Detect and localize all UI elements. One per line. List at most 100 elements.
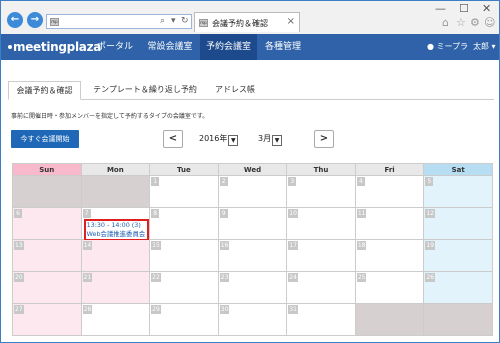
day-cell[interactable]: 2 bbox=[217, 175, 288, 208]
day-number: 25 bbox=[356, 273, 367, 282]
logo-text: meetingplaza bbox=[13, 40, 102, 54]
day-number: 2 bbox=[219, 177, 228, 186]
day-cell[interactable]: 15 bbox=[149, 239, 219, 272]
day-cell[interactable]: 26 bbox=[423, 271, 493, 304]
maximize-button[interactable]: ☐ bbox=[459, 2, 469, 15]
day-cell[interactable]: 16 bbox=[217, 239, 288, 272]
meeting-event[interactable]: 13:30 - 14:00 (3) Web会議推進委員会 bbox=[83, 219, 149, 241]
day-cell[interactable]: 27 bbox=[12, 303, 82, 336]
minimize-button[interactable]: — bbox=[435, 2, 446, 15]
day-cell[interactable]: 8 bbox=[149, 207, 219, 240]
day-cell[interactable]: 17 bbox=[286, 239, 356, 272]
day-number: 24 bbox=[288, 273, 298, 282]
address-bar[interactable]: mp ⌕ ▾ ↻ bbox=[46, 14, 192, 29]
menu-permanent-rooms[interactable]: 常設会議室 bbox=[141, 34, 199, 60]
header-thu: Thu bbox=[286, 163, 356, 176]
year-chevron-down-icon[interactable]: ▼ bbox=[228, 135, 239, 146]
browser-toolbar: — ☐ ✕ ← → mp ⌕ ▾ ↻ mp 会議予約＆確認 × ⌂ ☆ ⚙ ☺ bbox=[1, 1, 499, 34]
day-number: 5 bbox=[425, 177, 434, 186]
tab-template-repeat[interactable]: テンプレート＆繰り返し予約 bbox=[86, 81, 204, 100]
day-cell-empty bbox=[354, 303, 425, 336]
day-number: 28 bbox=[82, 305, 93, 314]
tab-favicon-icon: mp bbox=[199, 19, 208, 27]
day-cell[interactable]: 12 bbox=[423, 207, 493, 240]
day-number: 10 bbox=[288, 209, 298, 218]
month-value: 3月 bbox=[258, 134, 272, 143]
day-number: 22 bbox=[151, 273, 161, 282]
day-cell[interactable]: 14 bbox=[80, 239, 151, 272]
day-cell[interactable]: 1 bbox=[149, 175, 219, 208]
header-sun: Sun bbox=[12, 163, 82, 176]
home-icon[interactable]: ⌂ bbox=[442, 16, 449, 29]
search-icon[interactable]: ⌕ bbox=[160, 16, 165, 26]
day-cell[interactable]: 6 bbox=[12, 207, 82, 240]
tab-address-book[interactable]: アドレス帳 bbox=[207, 81, 263, 100]
user-name: ミープラ bbox=[436, 42, 469, 51]
day-cell[interactable]: 24 bbox=[286, 271, 356, 304]
tab-close-icon[interactable]: × bbox=[287, 16, 295, 27]
day-number: 7 bbox=[82, 209, 91, 218]
user-icon: ● bbox=[427, 42, 434, 51]
day-cell[interactable]: 7 13:30 - 14:00 (3) Web会議推進委員会 bbox=[80, 207, 151, 241]
day-cell[interactable]: 10 bbox=[286, 207, 356, 240]
day-cell[interactable]: 22 bbox=[149, 271, 219, 304]
day-number: 6 bbox=[14, 209, 22, 218]
day-cell[interactable]: 5 bbox=[423, 175, 493, 208]
header-mon: Mon bbox=[80, 163, 151, 176]
day-number: 16 bbox=[219, 241, 230, 250]
day-number: 27 bbox=[14, 305, 24, 314]
day-number: 31 bbox=[288, 305, 298, 314]
calendar-week: 20 21 22 23 24 25 26 bbox=[12, 271, 493, 304]
calendar-week: 27 28 29 30 31 bbox=[12, 303, 493, 336]
meetingplaza-logo[interactable]: meetingplaza bbox=[8, 40, 101, 54]
address-favicon-icon: mp bbox=[50, 18, 59, 26]
user-menu[interactable]: 太郎 ▾ bbox=[473, 34, 496, 60]
year-select[interactable]: 2016年 ▼ bbox=[199, 133, 239, 146]
day-number: 14 bbox=[82, 241, 93, 250]
day-cell[interactable]: 18 bbox=[354, 239, 425, 272]
month-chevron-down-icon[interactable]: ▼ bbox=[272, 135, 283, 146]
forward-button[interactable]: → bbox=[27, 12, 43, 28]
day-number: 3 bbox=[288, 177, 297, 186]
day-cell[interactable]: 13 bbox=[12, 239, 82, 272]
feedback-smiley-icon[interactable]: ☺ bbox=[484, 16, 495, 29]
day-cell[interactable]: 4 bbox=[354, 175, 425, 208]
back-arrow-icon: ← bbox=[10, 14, 20, 25]
day-cell[interactable]: 20 bbox=[12, 271, 82, 304]
day-number: 29 bbox=[151, 305, 161, 314]
settings-gear-icon[interactable]: ⚙ bbox=[470, 16, 480, 29]
menu-reserved-rooms[interactable]: 予約会議室 bbox=[200, 34, 257, 60]
day-cell[interactable]: 19 bbox=[423, 239, 493, 272]
day-number: 9 bbox=[219, 209, 228, 218]
refresh-icon[interactable]: ↻ bbox=[181, 16, 189, 26]
day-cell[interactable]: 23 bbox=[217, 271, 288, 304]
day-cell[interactable]: 21 bbox=[80, 271, 151, 304]
day-number: 19 bbox=[425, 241, 436, 250]
user-account[interactable]: ● ミープラ bbox=[427, 34, 468, 60]
close-window-button[interactable]: ✕ bbox=[482, 2, 491, 15]
day-cell[interactable]: 29 bbox=[149, 303, 219, 336]
day-cell[interactable]: 3 bbox=[286, 175, 356, 208]
day-cell[interactable]: 31 bbox=[286, 303, 356, 336]
menu-management[interactable]: 各種管理 bbox=[258, 34, 308, 60]
header-tue: Tue bbox=[149, 163, 219, 176]
day-number: 15 bbox=[151, 241, 161, 250]
tab-reserve-confirm[interactable]: 会議予約＆確認 bbox=[8, 81, 81, 100]
event-title[interactable]: Web会議推進委員会 bbox=[87, 230, 146, 239]
prev-month-button[interactable]: < bbox=[163, 130, 183, 148]
day-cell[interactable]: 9 bbox=[217, 207, 288, 240]
day-cell[interactable]: 25 bbox=[354, 271, 425, 304]
start-meeting-now-button[interactable]: 今すぐ会議開始 bbox=[11, 130, 79, 148]
menu-portal[interactable]: ポータル bbox=[93, 34, 137, 60]
dropdown-icon[interactable]: ▾ bbox=[171, 16, 176, 26]
back-button[interactable]: ← bbox=[7, 12, 23, 28]
month-select[interactable]: 3月 ▼ bbox=[258, 133, 283, 146]
next-month-button[interactable]: > bbox=[314, 130, 334, 148]
day-number: 26 bbox=[425, 273, 436, 282]
day-cell[interactable]: 28 bbox=[80, 303, 151, 336]
browser-tab[interactable]: mp 会議予約＆確認 × bbox=[194, 12, 300, 32]
day-number: 8 bbox=[151, 209, 160, 218]
day-cell[interactable]: 30 bbox=[217, 303, 288, 336]
day-cell[interactable]: 11 bbox=[354, 207, 425, 240]
favorites-star-icon[interactable]: ☆ bbox=[456, 16, 466, 29]
